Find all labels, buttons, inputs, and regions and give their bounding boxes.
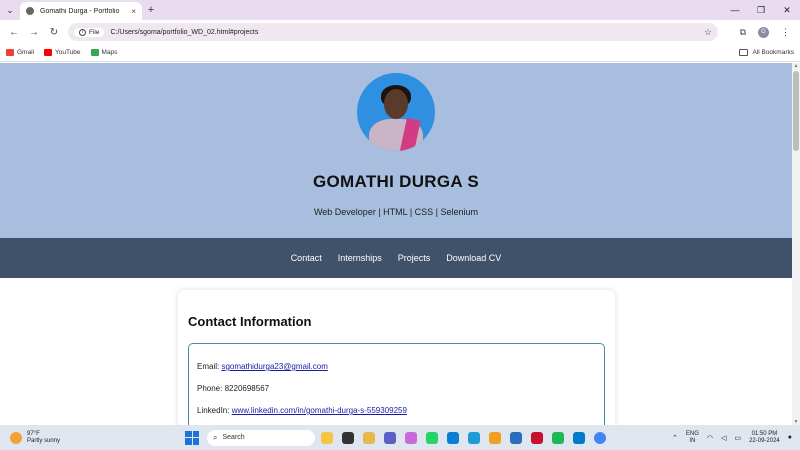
gmail-icon bbox=[6, 49, 14, 56]
bookmark-label: Maps bbox=[101, 49, 118, 56]
clock[interactable]: 01:50 PM 22-09-2024 bbox=[749, 431, 780, 445]
tab-search-icon[interactable]: ⌄ bbox=[0, 0, 20, 20]
page-viewport: GOMATHI DURGA S Web Developer | HTML | C… bbox=[0, 63, 792, 425]
weather-widget[interactable]: 97°F Partly sunny bbox=[0, 431, 150, 445]
minimize-icon[interactable]: — bbox=[722, 0, 748, 20]
bookmark-gmail[interactable]: Gmail bbox=[6, 49, 34, 56]
forward-arrow-icon[interactable]: → bbox=[24, 27, 44, 38]
whatsapp-icon[interactable] bbox=[426, 431, 438, 444]
phone-value: 8220698567 bbox=[224, 384, 270, 393]
tab-close-icon[interactable]: × bbox=[131, 7, 136, 16]
tab-bar: ⌄ Gomathi Durga - Portfolio × + — ❐ ✕ bbox=[0, 0, 800, 20]
vscode-icon[interactable] bbox=[573, 431, 585, 444]
battery-icon[interactable]: ▭ bbox=[734, 434, 741, 442]
youtube-icon bbox=[43, 49, 52, 56]
os-taskbar: 97°F Partly sunny ⌕ Search ⌃ ENG IN ◠ ◁ … bbox=[0, 425, 800, 450]
partly-sunny-icon bbox=[10, 431, 22, 444]
phone-row: Phone: 8220698567 bbox=[197, 384, 596, 393]
bookmark-star-icon[interactable]: ☆ bbox=[704, 27, 712, 38]
tab-favicon-icon bbox=[26, 7, 34, 15]
notification-bell-icon[interactable]: ● bbox=[788, 434, 792, 441]
chrome-icon[interactable] bbox=[594, 431, 606, 444]
profile-avatar[interactable]: G bbox=[758, 26, 769, 38]
site-info-chip[interactable]: i File bbox=[74, 27, 105, 37]
copilot-icon[interactable] bbox=[405, 431, 417, 444]
all-bookmarks-label: All Bookmarks bbox=[752, 49, 794, 56]
chevron-up-icon[interactable]: ⌃ bbox=[672, 434, 678, 442]
search-placeholder: Search bbox=[222, 434, 245, 441]
bookmark-label: YouTube bbox=[54, 49, 81, 56]
nav-contact[interactable]: Contact bbox=[291, 253, 322, 263]
store-icon[interactable] bbox=[468, 431, 480, 444]
url-text: C:/Users/sgoma/portfolio_WD_02.html#proj… bbox=[110, 28, 259, 36]
page-scrollbar[interactable]: ▲ ▼ bbox=[792, 63, 800, 425]
main-nav: Contact Internships Projects Download CV bbox=[0, 238, 792, 278]
contact-heading: Contact Information bbox=[188, 314, 312, 329]
linkedin-link[interactable]: www.linkedin.com/in/gomathi-durga-s-5593… bbox=[232, 406, 407, 415]
wifi-icon[interactable]: ◠ bbox=[707, 434, 713, 442]
hero-header: GOMATHI DURGA S Web Developer | HTML | C… bbox=[0, 63, 792, 238]
file-explorer-icon[interactable] bbox=[363, 431, 375, 444]
site-info-label: File bbox=[89, 28, 100, 36]
profile-photo bbox=[357, 73, 435, 151]
page-title: GOMATHI DURGA S bbox=[313, 172, 479, 191]
time: 01:50 PM bbox=[751, 430, 778, 437]
maps-icon bbox=[90, 49, 99, 56]
browser-toolbar: ← → ↻ i File C:/Users/sgoma/portfolio_WD… bbox=[0, 20, 800, 44]
maximize-icon[interactable]: ❐ bbox=[748, 0, 774, 20]
windows-start-icon[interactable] bbox=[185, 430, 199, 445]
email-label: Email: bbox=[197, 362, 220, 371]
mcafee-icon[interactable] bbox=[531, 431, 543, 444]
app-icon[interactable] bbox=[510, 431, 522, 444]
extensions-icon[interactable]: ⧉ bbox=[740, 27, 746, 38]
email-link[interactable]: sgomathidurga23@gmail.com bbox=[221, 362, 327, 371]
search-icon: ⌕ bbox=[213, 432, 218, 442]
volume-icon[interactable]: ◁ bbox=[721, 434, 726, 442]
bookmarks-bar: Gmail YouTube Maps All Bookmarks bbox=[0, 44, 800, 62]
bookmark-youtube[interactable]: YouTube bbox=[43, 49, 81, 56]
teams-icon[interactable] bbox=[384, 431, 396, 444]
taskbar-apps bbox=[321, 431, 606, 444]
language-indicator[interactable]: ENG IN bbox=[686, 431, 699, 445]
phone-label: Phone: bbox=[197, 384, 223, 393]
nav-download-cv[interactable]: Download CV bbox=[446, 253, 501, 263]
tab-portfolio[interactable]: Gomathi Durga - Portfolio × bbox=[20, 2, 142, 20]
linkedin-row: LinkedIn: www.linkedin.com/in/gomathi-du… bbox=[197, 406, 596, 415]
close-window-icon[interactable]: ✕ bbox=[774, 0, 800, 20]
nav-projects[interactable]: Projects bbox=[398, 253, 431, 263]
scrollbar-thumb[interactable] bbox=[793, 71, 799, 151]
linkedin-label: LinkedIn: bbox=[197, 406, 230, 415]
nav-internships[interactable]: Internships bbox=[338, 253, 382, 263]
weather-text: Partly sunny bbox=[27, 437, 61, 444]
system-tray: ⌃ ENG IN ◠ ◁ ▭ 01:50 PM 22-09-2024 ● bbox=[672, 431, 800, 445]
taskbar-search[interactable]: ⌕ Search bbox=[207, 429, 315, 446]
scroll-up-icon[interactable]: ▲ bbox=[792, 63, 800, 69]
spotify-icon[interactable] bbox=[552, 431, 564, 444]
date: 22-09-2024 bbox=[749, 437, 780, 444]
menu-kebab-icon[interactable]: ⋮ bbox=[781, 27, 790, 38]
back-arrow-icon[interactable]: ← bbox=[4, 27, 24, 38]
window-controls: — ❐ ✕ bbox=[722, 0, 800, 20]
toolbar-right: ⧉ G ⋮ bbox=[740, 26, 796, 38]
folder-icon bbox=[739, 49, 749, 56]
info-icon: i bbox=[79, 28, 86, 36]
bookmark-maps[interactable]: Maps bbox=[90, 49, 118, 56]
app-icon[interactable] bbox=[489, 431, 501, 444]
contact-details: Email: sgomathidurga23@gmail.com Phone: … bbox=[188, 343, 605, 425]
bookmark-label: Gmail bbox=[17, 49, 34, 56]
new-tab-button[interactable]: + bbox=[142, 4, 160, 16]
contact-card: Contact Information Email: sgomathidurga… bbox=[178, 290, 615, 425]
email-row: Email: sgomathidurga23@gmail.com bbox=[197, 362, 596, 371]
tagline: Web Developer | HTML | CSS | Selenium bbox=[313, 207, 479, 217]
all-bookmarks-button[interactable]: All Bookmarks bbox=[739, 49, 794, 56]
reload-icon[interactable]: ↻ bbox=[44, 27, 64, 38]
address-bar[interactable]: i File C:/Users/sgoma/portfolio_WD_02.ht… bbox=[68, 23, 718, 41]
task-view-icon[interactable] bbox=[342, 431, 354, 444]
temperature: 97°F bbox=[27, 430, 40, 437]
widgets-app-icon[interactable] bbox=[321, 431, 333, 444]
edge-icon[interactable] bbox=[447, 431, 459, 444]
tab-title: Gomathi Durga - Portfolio bbox=[40, 7, 120, 15]
